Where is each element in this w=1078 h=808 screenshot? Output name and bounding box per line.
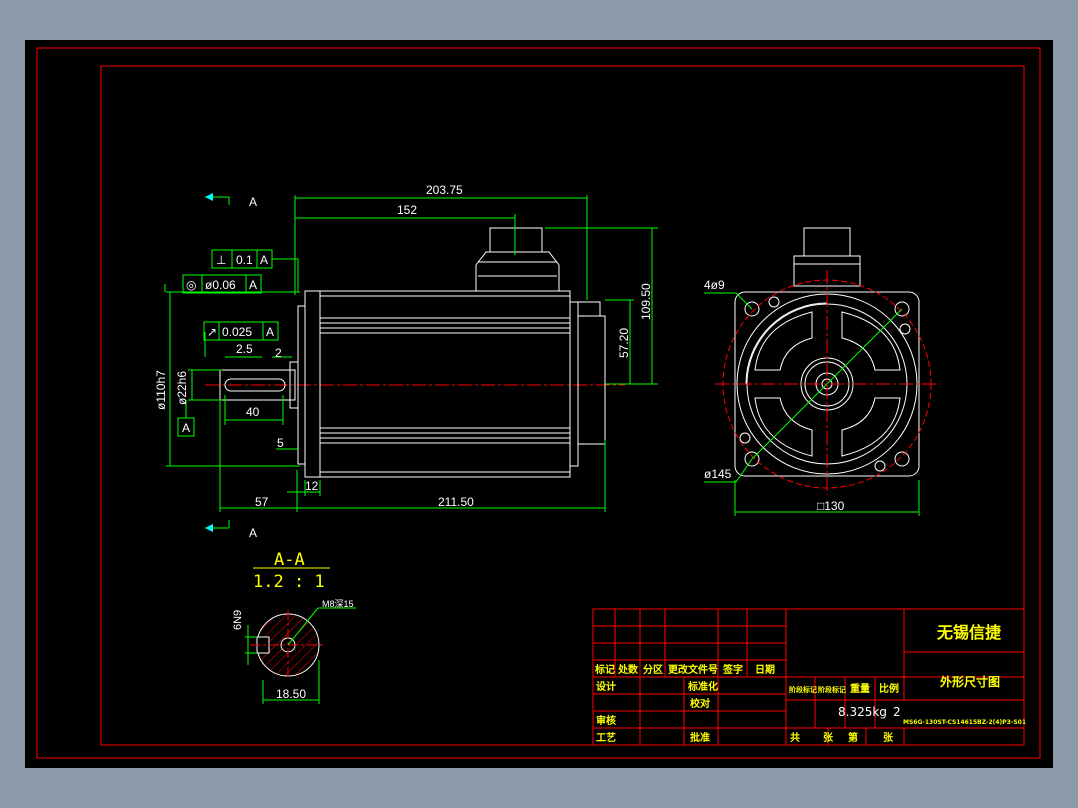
section-thread: M8深15 bbox=[322, 599, 354, 609]
section-title: A-A bbox=[274, 550, 305, 570]
dim-flange-step: 5 bbox=[277, 436, 284, 450]
tb-process: 工艺 bbox=[596, 731, 616, 744]
section-scale: 1.2 : 1 bbox=[253, 572, 325, 592]
tb-company: 无锡信捷 bbox=[936, 623, 1002, 642]
tb-sheets-2: 第 bbox=[848, 731, 858, 744]
tb-review: 审核 bbox=[596, 714, 616, 727]
tb-approve: 批准 bbox=[690, 731, 710, 744]
tb-sheets-1: 张 bbox=[823, 731, 834, 744]
tb-header-4: 签字 bbox=[722, 663, 743, 676]
tb-stage-mark-2: 阶段标记 bbox=[818, 685, 846, 694]
section-depth: 18.50 bbox=[276, 687, 306, 701]
section-label-bottom: A bbox=[249, 526, 257, 540]
concentricity-datum: A bbox=[249, 278, 257, 292]
end-pcd: ø145 bbox=[704, 467, 732, 481]
tb-part-number: MS6G-130ST-CS14615BZ-2(4)P3-S01 bbox=[903, 719, 1026, 726]
tb-check: 校对 bbox=[690, 697, 710, 710]
concentricity-value: ø0.06 bbox=[205, 278, 236, 292]
dim-overall-length: 203.75 bbox=[426, 183, 463, 197]
dim-key-length: 40 bbox=[246, 405, 260, 419]
section-key-width: 6N9 bbox=[232, 610, 244, 630]
tb-sheets-3: 张 bbox=[883, 731, 894, 744]
tb-header-1: 处数 bbox=[617, 663, 639, 676]
perpendicularity-value: 0.1 bbox=[236, 253, 253, 267]
dim-body-length: 211.50 bbox=[438, 495, 474, 509]
tb-scale: 2 bbox=[893, 705, 901, 719]
end-hole-callout: 4ø9 bbox=[704, 278, 725, 292]
tb-design: 设计 bbox=[596, 680, 616, 693]
section-label-top: A bbox=[249, 195, 257, 209]
runout-value: 0.025 bbox=[222, 325, 252, 339]
tb-header-3: 更改文件号 bbox=[668, 663, 718, 676]
dim-height-total: 109.50 bbox=[639, 283, 653, 320]
dim-shaft-dia: ø22h6 bbox=[175, 371, 189, 405]
tb-weight-label: 重量 bbox=[850, 682, 870, 695]
tb-weight: 8.325kg bbox=[838, 705, 887, 719]
end-square: □130 bbox=[817, 499, 845, 513]
perpendicularity-datum: A bbox=[260, 253, 268, 267]
runout-datum: A bbox=[266, 325, 274, 339]
tb-header-5: 日期 bbox=[755, 663, 775, 676]
datum-label: A bbox=[182, 421, 190, 435]
tb-header-2: 分区 bbox=[643, 663, 663, 676]
concentricity-symbol-icon: ◎ bbox=[186, 278, 196, 292]
dim-height-half: 57.20 bbox=[617, 328, 631, 358]
tb-header-0: 标记 bbox=[594, 663, 615, 676]
tb-sheets-0: 共 bbox=[790, 731, 800, 744]
perpendicularity-symbol-icon: ⊥ bbox=[216, 253, 226, 267]
tb-standardize: 标准化 bbox=[687, 680, 718, 693]
tb-scale-label: 比例 bbox=[879, 682, 899, 695]
tb-drawing-name: 外形尺寸图 bbox=[940, 674, 1000, 689]
dim-flange-gap: 2 bbox=[275, 346, 282, 360]
dim-connector-pos: 152 bbox=[397, 203, 417, 217]
tb-stage-mark-1: 阶段标记 bbox=[789, 685, 817, 694]
cad-drawing: A A 203.75 152 109.50 57.20 ø110h7 ø22h6… bbox=[0, 0, 1078, 808]
dim-flange-thk: 12 bbox=[305, 479, 319, 493]
runout-symbol-icon: ↗ bbox=[207, 325, 217, 339]
dim-shaft-length: 57 bbox=[255, 495, 269, 509]
dim-pilot-dia: ø110h7 bbox=[154, 370, 168, 410]
dim-key-offset: 2.5 bbox=[236, 342, 253, 356]
